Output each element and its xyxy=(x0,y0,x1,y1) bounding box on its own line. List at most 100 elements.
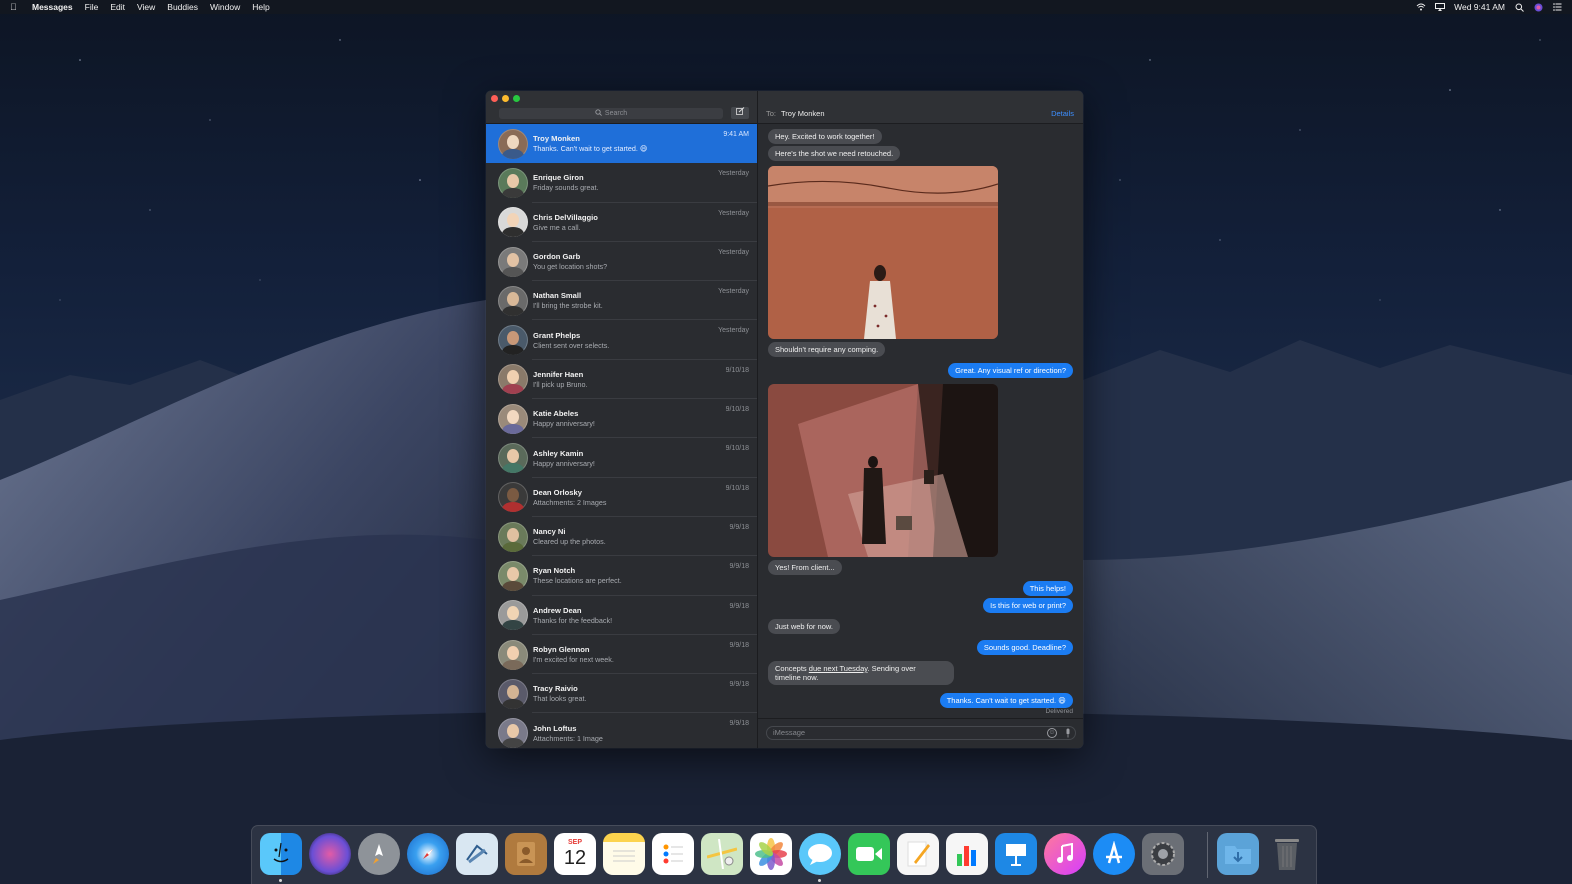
apple-icon[interactable]:  xyxy=(10,2,20,12)
wifi-icon[interactable] xyxy=(1416,3,1426,12)
conversation-row[interactable]: Chris DelVillaggio Give me a call. Yesterd… xyxy=(486,203,757,242)
message-bubble-incoming[interactable]: Yes! From client... xyxy=(768,560,842,575)
conversation-row[interactable]: Gordon Garb You get location shots? Yester… xyxy=(486,242,757,282)
system-preferences-icon[interactable] xyxy=(1142,833,1184,875)
contacts-icon[interactable] xyxy=(505,833,547,875)
conversation-date: 9:41 AM xyxy=(723,131,749,138)
notes-icon[interactable] xyxy=(603,833,645,875)
siri-icon[interactable] xyxy=(1533,3,1543,12)
conversation-date: Yesterday xyxy=(718,170,749,178)
mail-icon[interactable] xyxy=(456,833,498,875)
menu-buddies[interactable]: Buddies xyxy=(167,2,198,12)
conversation-date: 9/9/18 xyxy=(729,523,749,531)
message-bubble-outgoing[interactable]: Thanks. Can't wait to get started. 😄 xyxy=(939,693,1073,708)
message-bubble-incoming[interactable]: Here's the shot we need retouched. xyxy=(768,146,901,161)
message-photo-attachment[interactable] xyxy=(768,166,998,339)
contact-avatar xyxy=(498,207,528,238)
conversation-row[interactable]: Tracy Raivio That looks great. 9/9/18 xyxy=(486,674,757,714)
conversation-date: 9/9/18 xyxy=(729,641,749,649)
conversation-row[interactable]: Nancy Ni Cleared up the photos. 9/9/18 xyxy=(486,517,757,557)
contact-avatar xyxy=(498,364,528,395)
close-button[interactable] xyxy=(491,95,498,102)
message-bubble-outgoing[interactable]: Is this for web or print? xyxy=(983,598,1073,613)
message-bubble-incoming[interactable]: Hey. Excited to work together! xyxy=(768,129,882,144)
message-bubble-incoming[interactable]: Just web for now. xyxy=(768,619,840,634)
menu-help[interactable]: Help xyxy=(252,2,269,12)
facetime-icon[interactable] xyxy=(848,833,890,875)
conversation-row[interactable]: Andrew Dean Thanks for the feedback! 9/9/1… xyxy=(486,596,757,635)
contact-name: Ryan Notch xyxy=(533,566,576,576)
spotlight-icon[interactable] xyxy=(1514,3,1524,12)
delivered-status: Delivered xyxy=(1045,708,1073,715)
pages-icon[interactable] xyxy=(897,833,939,875)
minimize-button[interactable] xyxy=(502,95,509,102)
menu-window[interactable]: Window xyxy=(210,2,240,12)
menu-file[interactable]: File xyxy=(85,2,99,12)
conversation-row[interactable]: John Loftus Attachments: 1 Image 9/9/18 xyxy=(486,713,757,748)
message-transcript: Hey. Excited to work together! Here's th… xyxy=(758,124,1083,718)
menu-edit[interactable]: Edit xyxy=(110,2,125,12)
conversation-row[interactable]: Dean Orlosky Attachments: 2 Images 9/10/18 xyxy=(486,478,757,517)
calendar-icon[interactable]: SEP 12 xyxy=(554,833,596,875)
recipient-name[interactable]: Troy Monken xyxy=(781,109,825,118)
reminders-icon[interactable] xyxy=(652,833,694,875)
search-field[interactable]: Search xyxy=(499,108,723,119)
imessage-placeholder: iMessage xyxy=(773,728,806,737)
message-bubble-outgoing[interactable]: Great. Any visual ref or direction? xyxy=(948,363,1073,378)
maps-icon[interactable] xyxy=(701,833,743,875)
conversation-row[interactable]: Ryan Notch These locations are perfect. 9/… xyxy=(486,556,757,596)
contact-avatar xyxy=(498,285,528,316)
menu-app-name[interactable]: Messages xyxy=(32,2,73,12)
conversation-row[interactable]: Nathan Small I'll bring the strobe kit. Ye… xyxy=(486,281,757,321)
launchpad-icon[interactable] xyxy=(358,833,400,875)
message-preview: Thanks for the feedback! xyxy=(533,615,613,625)
microphone-icon[interactable] xyxy=(1064,728,1072,738)
menu-view[interactable]: View xyxy=(137,2,155,12)
app-store-icon[interactable] xyxy=(1093,833,1135,875)
conversation-row[interactable]: Katie Abeles Happy anniversary! 9/10/18 xyxy=(486,399,757,439)
compose-icon xyxy=(735,107,745,117)
contact-avatar xyxy=(498,718,528,748)
itunes-icon[interactable] xyxy=(1044,833,1086,875)
message-bubble-outgoing[interactable]: Sounds good. Deadline? xyxy=(976,640,1073,655)
conversation-row[interactable]: Enrique Giron Friday sounds great. Yesterd… xyxy=(486,163,757,203)
conversation-date: 9/10/18 xyxy=(725,406,749,414)
message-photo-attachment[interactable] xyxy=(768,384,998,557)
emoji-icon[interactable]: ☺ xyxy=(1047,728,1057,738)
imessage-input[interactable]: iMessage ☺ xyxy=(766,726,1076,740)
message-bubble-incoming[interactable]: Concepts due next Tuesday. Sending over t… xyxy=(768,661,954,685)
conversation-date: 9/9/18 xyxy=(729,563,749,571)
conversation-date: 9/9/18 xyxy=(729,681,749,689)
message-bubble-outgoing[interactable]: This helps! xyxy=(1022,581,1073,596)
photos-icon[interactable] xyxy=(750,833,792,875)
date-link[interactable]: due next Tuesday xyxy=(809,664,868,673)
contact-name: Andrew Dean xyxy=(533,605,582,615)
compose-button[interactable] xyxy=(731,107,749,119)
conversation-row[interactable]: Ashley Kamin Happy anniversary! 9/10/18 xyxy=(486,438,757,478)
conversation-row[interactable]: Troy Monken Thanks. Can't wait to get sta… xyxy=(486,124,757,164)
trash-icon[interactable] xyxy=(1266,833,1308,875)
message-bubble-incoming[interactable]: Shouldn't require any comping. xyxy=(768,342,886,357)
menubar-clock[interactable]: Wed 9:41 AM xyxy=(1454,2,1505,12)
conversation-date: 9/9/18 xyxy=(729,720,749,728)
conversation-date: 9/9/18 xyxy=(729,602,749,610)
keynote-icon[interactable] xyxy=(995,833,1037,875)
conversation-row[interactable]: Jennifer Haen I'll pick up Bruno. 9/10/18 xyxy=(486,360,757,400)
details-button[interactable]: Details xyxy=(1051,109,1074,118)
conversation-sidebar: Search Troy Monken Thanks. Can't wait to … xyxy=(486,91,758,748)
airplay-icon[interactable] xyxy=(1435,2,1446,12)
siri-app-icon[interactable] xyxy=(309,833,351,875)
conversation-date: Yesterday xyxy=(718,288,749,296)
numbers-icon[interactable] xyxy=(946,833,988,875)
message-preview: Happy anniversary! xyxy=(533,458,595,468)
contact-avatar xyxy=(498,482,528,513)
notification-center-icon[interactable] xyxy=(1552,2,1562,12)
conversation-row[interactable]: Robyn Glennon I'm excited for next week. 9… xyxy=(486,635,757,675)
messages-app-icon[interactable] xyxy=(799,833,841,875)
safari-icon[interactable] xyxy=(407,833,449,875)
downloads-folder-icon[interactable] xyxy=(1217,833,1259,875)
conversation-row[interactable]: Grant Phelps Client sent over selects. Yes… xyxy=(486,320,757,360)
finder-icon[interactable] xyxy=(260,833,302,875)
message-preview: Attachments: 2 Images xyxy=(533,497,607,507)
zoom-button[interactable] xyxy=(513,95,520,102)
